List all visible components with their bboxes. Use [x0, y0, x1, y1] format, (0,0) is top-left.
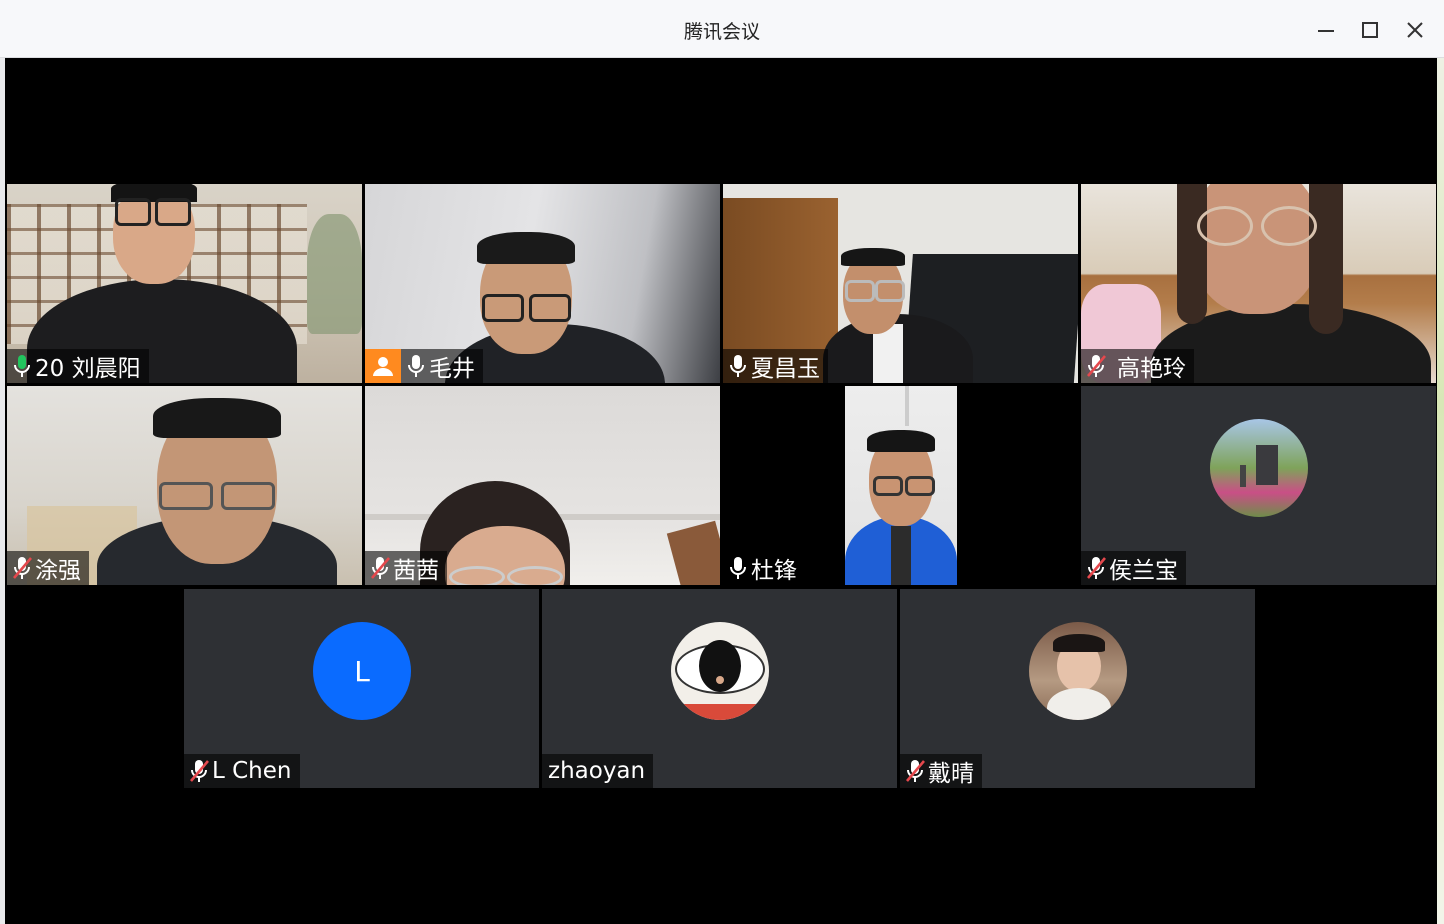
host-user-icon [373, 357, 393, 376]
microphone-muted-icon [1087, 355, 1106, 377]
title-bar: 腾讯会议 [0, 0, 1444, 58]
maximize-button[interactable] [1350, 10, 1390, 50]
video-grid: 20 刘晨阳 毛井 夏昌玉 高艳玲 涂强 茜茜 杜锋 侯兰宝 L L Chen … [5, 58, 1437, 924]
participant-name: 夏昌玉 [751, 356, 820, 382]
participant-name: 20 刘晨阳 [35, 356, 141, 382]
participant-name: 高艳玲 [1117, 356, 1186, 382]
participant-name: L Chen [212, 758, 292, 784]
participant-tile[interactable]: 戴晴 [900, 589, 1255, 788]
participant-name: 茜茜 [393, 558, 439, 584]
participant-tile[interactable]: L L Chen [184, 589, 539, 788]
participant-nameplate: zhaoyan [542, 754, 654, 788]
participant-tile[interactable]: 20 刘晨阳 [7, 184, 362, 383]
close-icon [1407, 22, 1423, 38]
avatar: L [313, 622, 411, 720]
avatar [1029, 622, 1127, 720]
participant-nameplate: 涂强 [7, 551, 89, 585]
avatar [1210, 419, 1308, 517]
microphone-active-icon [14, 355, 30, 377]
window-frame-right [1437, 58, 1444, 924]
microphone-icon [408, 355, 424, 377]
participant-nameplate: 毛井 [401, 349, 483, 383]
participant-tile[interactable]: 高艳玲 [1081, 184, 1436, 383]
participant-tile[interactable]: 杜锋 [723, 386, 1078, 585]
microphone-icon [730, 557, 746, 579]
participant-name: zhaoyan [548, 758, 646, 784]
participant-tile[interactable]: 茜茜 [365, 386, 720, 585]
participant-nameplate: 戴晴 [900, 754, 982, 788]
minimize-icon [1318, 30, 1334, 32]
participant-tile[interactable]: 涂强 [7, 386, 362, 585]
video-feed [845, 386, 957, 585]
participant-nameplate: 高艳玲 [1081, 349, 1194, 383]
participant-nameplate: 茜茜 [365, 551, 447, 585]
participant-nameplate: 杜锋 [723, 551, 805, 585]
participant-name: 侯兰宝 [1109, 558, 1178, 584]
participant-tile[interactable]: 夏昌玉 [723, 184, 1078, 383]
participant-nameplate: L Chen [184, 754, 300, 788]
participant-nameplate: 20 刘晨阳 [7, 349, 149, 383]
close-button[interactable] [1395, 10, 1435, 50]
participant-tile[interactable]: zhaoyan [542, 589, 897, 788]
microphone-icon [730, 355, 746, 377]
participant-nameplate: 夏昌玉 [723, 349, 828, 383]
microphone-muted-icon [371, 557, 390, 579]
microphone-muted-icon [190, 760, 209, 782]
host-badge [365, 349, 401, 383]
microphone-muted-icon [1087, 557, 1106, 579]
participant-nameplate: 侯兰宝 [1081, 551, 1186, 585]
participant-tile[interactable]: 毛井 [365, 184, 720, 383]
avatar [671, 622, 769, 720]
participant-name: 毛井 [429, 356, 475, 382]
participant-name: 戴晴 [928, 761, 974, 787]
microphone-muted-icon [906, 760, 925, 782]
participant-tile[interactable]: 侯兰宝 [1081, 386, 1436, 585]
window-title: 腾讯会议 [683, 21, 760, 43]
microphone-muted-icon [13, 557, 32, 579]
maximize-icon [1362, 22, 1378, 38]
participant-name: 杜锋 [751, 558, 797, 584]
minimize-button[interactable] [1306, 10, 1346, 50]
participant-name: 涂强 [35, 558, 81, 584]
